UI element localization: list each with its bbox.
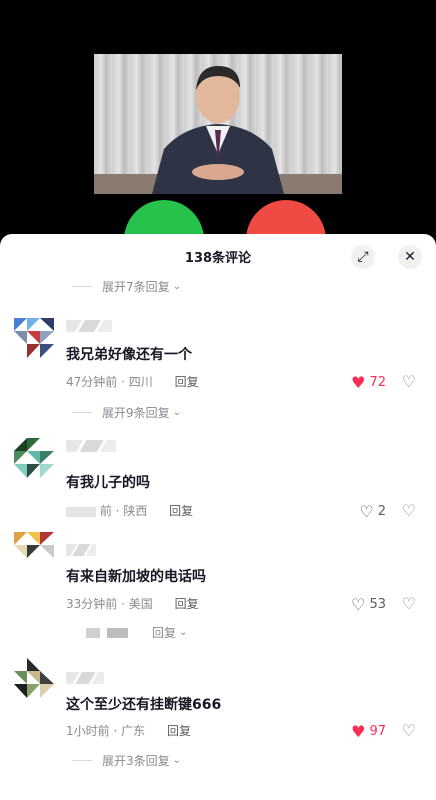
redacted-time	[66, 506, 96, 517]
expand-replies-label: 回复	[152, 626, 177, 640]
redacted-label	[72, 627, 142, 638]
person-image	[94, 66, 342, 194]
comment-meta: 1小时前 · 广东 回复	[66, 724, 191, 738]
reply-button[interactable]: 回复	[175, 375, 199, 389]
heart-icon: ♥	[351, 373, 366, 392]
comment-location: 四川	[128, 375, 153, 389]
comment-time: 前	[99, 504, 112, 518]
expand-replies-button[interactable]: 展开3条回复 ⌄	[72, 752, 181, 769]
reply-button[interactable]: 回复	[175, 597, 199, 611]
avatar[interactable]	[14, 658, 54, 698]
comment-time: 47分钟前	[66, 375, 118, 389]
like-button[interactable]: ♥ 72	[351, 373, 386, 392]
like-button[interactable]: ♡ 2	[359, 502, 386, 521]
expand-replies-button[interactable]: 展开7条回复 ⌄	[72, 278, 181, 295]
heart-icon: ♥	[351, 722, 366, 741]
comment-meta: 47分钟前 · 四川 回复	[66, 375, 199, 389]
expand-replies-button[interactable]: 展开9条回复 ⌄	[72, 404, 181, 421]
sheet-header: 138条评论 ⤢ ✕	[0, 234, 436, 278]
avatar[interactable]	[14, 438, 54, 478]
expand-replies-label: 展开7条回复	[102, 280, 170, 294]
comments-sheet: 138条评论 ⤢ ✕ 展开7条回复 ⌄ 我兄弟好像还有一个 47分钟前 · 四川…	[0, 234, 436, 800]
video-call-preview	[94, 54, 342, 194]
expand-replies-label: 展开9条回复	[102, 406, 170, 420]
comment-location: 陕西	[123, 504, 148, 518]
comment-text: 有来自新加坡的电话吗	[66, 569, 206, 585]
username-redacted[interactable]	[66, 320, 112, 332]
divider	[72, 286, 92, 287]
expand-icon[interactable]: ⤢	[351, 245, 375, 269]
broken-heart-icon[interactable]: ♡	[402, 372, 416, 391]
comment-meta: 前 · 陕西 回复	[66, 502, 193, 519]
chevron-down-icon: ⌄	[172, 281, 182, 292]
chevron-down-icon: ⌄	[172, 755, 182, 766]
broken-heart-icon[interactable]: ♡	[402, 501, 416, 520]
comment-location: 广东	[121, 724, 146, 738]
username-redacted[interactable]	[66, 672, 104, 684]
chevron-down-icon: ⌄	[172, 407, 182, 418]
like-count: 72	[369, 375, 386, 390]
username-redacted[interactable]	[66, 440, 116, 452]
divider	[72, 412, 92, 413]
comment-time: 1小时前	[66, 724, 110, 738]
comment-text: 这个至少还有挂断键666	[66, 697, 222, 713]
video-area	[0, 0, 436, 280]
chevron-down-icon: ⌄	[179, 627, 188, 638]
like-button[interactable]: ♥ 97	[351, 722, 386, 741]
username-redacted[interactable]	[66, 544, 96, 556]
comment-time: 33分钟前	[66, 597, 118, 611]
comment-meta: 33分钟前 · 美国 回复	[66, 597, 199, 611]
broken-heart-icon[interactable]: ♡	[402, 721, 416, 740]
like-button[interactable]: ♡ 53	[351, 595, 386, 614]
reply-button[interactable]: 回复	[169, 504, 193, 518]
heart-icon: ♡	[359, 502, 374, 521]
expand-replies-button[interactable]: 回复 ⌄	[72, 624, 187, 641]
avatar[interactable]	[14, 318, 54, 358]
like-count: 97	[369, 724, 386, 739]
expand-replies-label: 展开3条回复	[102, 754, 170, 768]
divider	[72, 760, 92, 761]
comment-location: 美国	[128, 597, 153, 611]
reply-button[interactable]: 回复	[167, 724, 191, 738]
avatar[interactable]	[14, 532, 54, 572]
comment-text: 有我儿子的吗	[66, 475, 150, 491]
like-count: 2	[377, 504, 386, 519]
close-icon[interactable]: ✕	[398, 245, 422, 269]
heart-icon: ♡	[351, 595, 366, 614]
like-count: 53	[369, 597, 386, 612]
broken-heart-icon[interactable]: ♡	[402, 594, 416, 613]
comment-text: 我兄弟好像还有一个	[66, 347, 192, 363]
